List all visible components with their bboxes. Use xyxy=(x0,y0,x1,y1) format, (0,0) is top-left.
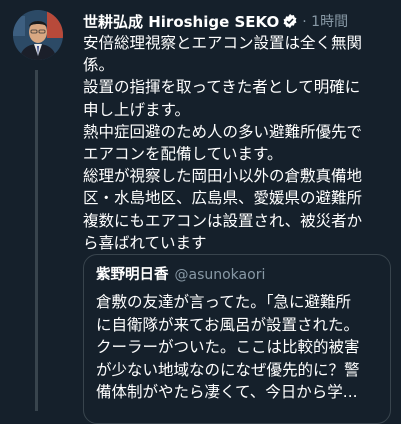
tweet-header: 世耕弘成 Hiroshige SEKO · 1時間 xyxy=(83,8,398,34)
quoted-author-handle: @asunokaori xyxy=(174,267,266,283)
tweet-line: エアコンを配備しています。 xyxy=(83,145,283,164)
quoted-line: 倉敷の友達が言ってた。「急に避難所 xyxy=(96,293,351,311)
verified-badge-icon xyxy=(282,13,298,29)
quoted-tweet-header: 紫野明日香 @asunokaori xyxy=(96,263,378,285)
tweet-line: 区・水島地区、広島県、愛媛県の避難所 xyxy=(83,189,363,208)
tweet-text: 安倍総理視察とエアコン設置は全く無関 係。 設置の指揮を取ってきた者として明確に… xyxy=(83,32,398,254)
tweet-line: 申し上げます。 xyxy=(83,100,190,119)
quoted-line: に自衛隊が来てお風呂が設置された。 xyxy=(96,315,360,334)
author-name[interactable]: 世耕弘成 Hiroshige SEKO xyxy=(83,11,279,32)
quoted-tweet-text: 倉敷の友達が言ってた。「急に避難所 に自衛隊が来てお風呂が設置された。 クーラー… xyxy=(96,291,378,404)
tweet-line: 総理が視察した岡田小以外の倉敷真備地 xyxy=(83,167,363,186)
profile-photo xyxy=(13,10,63,60)
quoted-line: クーラーがついた。ここは比較的被害 xyxy=(96,338,360,356)
tweet-line: 安倍総理視察とエアコン設置は全く無関 xyxy=(83,34,363,52)
avatar[interactable] xyxy=(13,10,63,60)
tweet-line: 熱中症回避のため人の多い避難所優先で xyxy=(83,122,363,141)
tweet[interactable]: 世耕弘成 Hiroshige SEKO · 1時間 安倍総理視察とエアコン設置は… xyxy=(83,8,398,254)
quoted-line: 備体制がやたら凄くて、今日から学... xyxy=(96,383,358,401)
tweet-line: 複数にもエアコンは設置され、被災者か xyxy=(83,211,363,230)
quoted-tweet[interactable]: 紫野明日香 @asunokaori 倉敷の友達が言ってた。「急に避難所 に自衛隊… xyxy=(83,254,391,424)
thread-line xyxy=(35,70,38,411)
tweet-line: ら喜ばれています xyxy=(83,233,207,252)
timestamp[interactable]: · 1時間 xyxy=(302,11,348,31)
quoted-line: が少ない地域なのになぜ優先的に？警 xyxy=(96,360,360,379)
quoted-author-name: 紫野明日香 xyxy=(96,267,169,283)
tweet-line: 係。 xyxy=(83,56,115,75)
tweet-line: 設置の指揮を取ってきた者として明確に xyxy=(83,78,361,97)
